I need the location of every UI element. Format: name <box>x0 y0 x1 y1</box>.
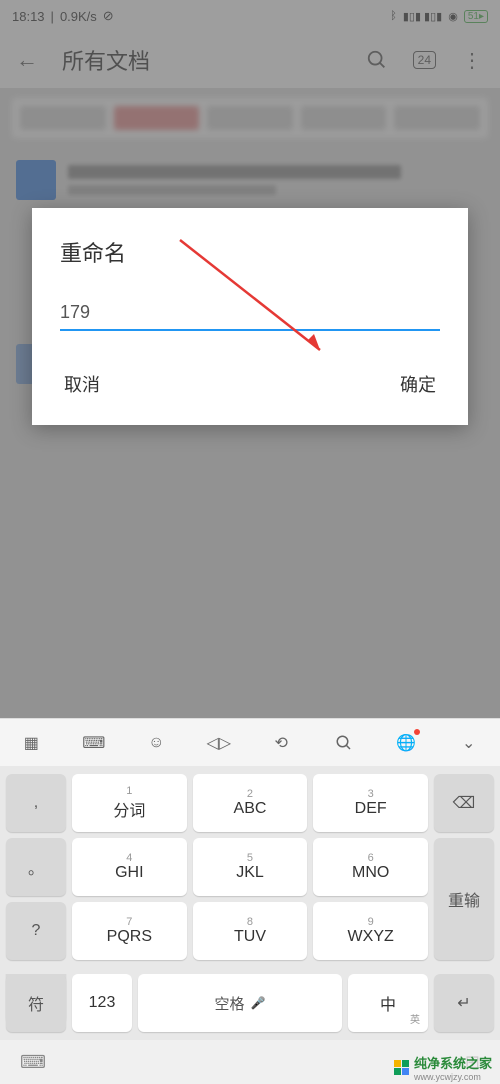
kb-period[interactable]: 。 <box>6 838 66 896</box>
kb-grid-icon[interactable]: ▦ <box>15 727 47 759</box>
kb-collapse-icon[interactable]: ⌄ <box>453 727 485 759</box>
keyboard: ▦ ⌨ ☺ ◁▷ ⟲ 🌐 ⌄ , 1分词 2ABC 3DEF ⌫ 。 4GHI … <box>0 718 500 1084</box>
rename-input[interactable] <box>60 296 440 331</box>
kb-key-9[interactable]: 9WXYZ <box>313 902 428 960</box>
kb-cursor-icon[interactable]: ◁▷ <box>203 727 235 759</box>
kb-key-5[interactable]: 5JKL <box>193 838 308 896</box>
dialog-title: 重命名 <box>60 236 440 268</box>
kb-key-8[interactable]: 8TUV <box>193 902 308 960</box>
kb-key-7[interactable]: 7PQRS <box>72 902 187 960</box>
mic-icon: 🎤 <box>251 996 266 1010</box>
kb-key-6[interactable]: 6MNO <box>313 838 428 896</box>
kb-space[interactable]: 空格🎤 <box>138 974 342 1032</box>
keyboard-toolbar: ▦ ⌨ ☺ ◁▷ ⟲ 🌐 ⌄ <box>0 718 500 766</box>
confirm-button[interactable]: 确定 <box>396 363 440 405</box>
kb-emoji-icon[interactable]: ☺ <box>140 727 172 759</box>
kb-search-icon[interactable] <box>328 727 360 759</box>
kb-keyboard-icon[interactable]: ⌨ <box>78 727 110 759</box>
kb-enter[interactable]: ↵ <box>434 974 494 1032</box>
kb-numeric[interactable]: 123 <box>72 974 132 1032</box>
kb-reinput[interactable]: 重输 <box>434 838 494 960</box>
kb-link-icon[interactable]: ⟲ <box>265 727 297 759</box>
kb-key-2[interactable]: 2ABC <box>193 774 308 832</box>
kb-backspace[interactable]: ⌫ <box>434 774 494 832</box>
cancel-button[interactable]: 取消 <box>60 363 104 405</box>
kb-key-1[interactable]: 1分词 <box>72 774 187 832</box>
kb-language[interactable]: 中英 <box>348 974 428 1032</box>
kb-symbol[interactable]: 符 <box>6 974 66 1032</box>
kb-globe-icon[interactable]: 🌐 <box>390 727 422 759</box>
rename-dialog: 重命名 取消 确定 <box>32 208 468 425</box>
watermark: 纯净系统之家 www.ycwjzy.com <box>394 1053 492 1082</box>
kb-question[interactable]: ? <box>6 902 66 960</box>
kb-comma[interactable]: , <box>6 774 66 832</box>
kb-key-3[interactable]: 3DEF <box>313 774 428 832</box>
kb-switch-icon[interactable]: ⌨ <box>20 1052 46 1073</box>
kb-key-4[interactable]: 4GHI <box>72 838 187 896</box>
